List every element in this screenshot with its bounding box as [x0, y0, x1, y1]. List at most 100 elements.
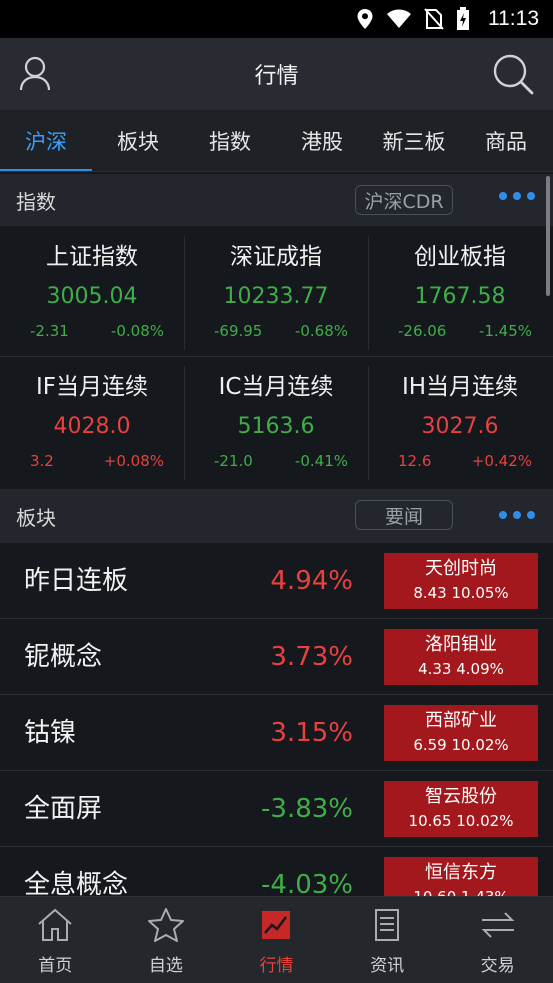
status-time: 11:13 [488, 7, 539, 30]
leading-stock-badge[interactable]: 洛阳钼业 4.33 4.09% [384, 629, 538, 685]
user-icon[interactable] [18, 56, 52, 96]
nav-label: 行情 [259, 956, 294, 976]
leading-stock-badge[interactable]: 智云股份 10.65 10.02% [384, 781, 538, 837]
sector-list: 昨日连板 4.94% 天创时尚 8.43 10.05% 铌概念 3.73% 洛阳… [0, 543, 553, 896]
index-cell[interactable]: 深证成指 10233.77 -69.95 -0.68% [184, 226, 368, 356]
nav-news[interactable]: 资讯 [332, 897, 443, 983]
index-name: 上证指数 [46, 244, 138, 270]
index-cell[interactable]: 创业板指 1767.58 -26.06 -1.45% [368, 226, 552, 356]
index-value: 4028.0 [53, 414, 131, 439]
sector-row[interactable]: 全息概念 -4.03% 恒信东方 10.60 1.43% [0, 847, 553, 896]
news-icon [368, 907, 406, 947]
index-change: -69.95 [214, 322, 263, 340]
app-header: 行情 [0, 38, 553, 110]
tab-index[interactable]: 指数 [184, 110, 276, 171]
index-cell[interactable]: IC当月连续 5163.6 -21.0 -0.41% [184, 356, 368, 486]
leading-stock-badge[interactable]: 西部矿业 6.59 10.02% [384, 705, 538, 761]
news-button[interactable]: 要闻 [355, 500, 453, 530]
index-value: 5163.6 [237, 414, 315, 439]
index-value: 10233.77 [223, 284, 329, 309]
index-cell[interactable]: 上证指数 3005.04 -2.31 -0.08% [0, 226, 184, 356]
nav-market[interactable]: 行情 [221, 897, 332, 983]
market-tabs: 沪深 板块 指数 港股 新三板 商品 [0, 110, 553, 172]
more-icon[interactable] [499, 192, 535, 200]
index-percent: +0.08% [103, 452, 164, 470]
sector-name: 昨日连板 [24, 566, 129, 596]
nav-trade[interactable]: 交易 [442, 897, 553, 983]
index-name: IF当月连续 [35, 374, 148, 400]
tab-hushen[interactable]: 沪深 [0, 110, 92, 171]
tab-hk-stocks[interactable]: 港股 [276, 110, 368, 171]
sector-percent: -3.83% [261, 794, 353, 824]
index-value: 3027.6 [421, 414, 499, 439]
index-cell[interactable]: IF当月连续 4028.0 3.2 +0.08% [0, 356, 184, 486]
sector-percent: 3.15% [270, 718, 353, 748]
sector-section-header: 板块 要闻 [0, 489, 553, 543]
index-name: IC当月连续 [218, 374, 334, 400]
index-percent: -0.08% [110, 322, 164, 340]
index-percent: +0.42% [471, 452, 532, 470]
index-value: 3005.04 [46, 284, 138, 309]
index-percent: -1.45% [478, 322, 532, 340]
index-value: 1767.58 [414, 284, 506, 309]
tab-neeq[interactable]: 新三板 [368, 110, 460, 171]
index-cell[interactable]: IH当月连续 3027.6 12.6 +0.42% [368, 356, 552, 486]
index-section-header: 指数 沪深CDR [0, 174, 553, 226]
sector-section-title: 板块 [16, 505, 56, 530]
leading-stock-name: 西部矿业 [425, 710, 497, 731]
index-change: 12.6 [398, 452, 432, 470]
sector-name: 全面屏 [24, 794, 103, 824]
sector-name: 全息概念 [24, 870, 129, 896]
search-icon[interactable] [491, 52, 535, 100]
sector-row[interactable]: 铌概念 3.73% 洛阳钼业 4.33 4.09% [0, 619, 553, 695]
market-chart-icon [257, 907, 295, 947]
leading-stock-detail: 8.43 10.05% [413, 584, 509, 602]
leading-stock-name: 智云股份 [425, 786, 497, 807]
sector-name: 铌概念 [24, 642, 103, 672]
bottom-nav: 首页 自选 行情 资讯 交易 [0, 896, 553, 983]
tab-commodities[interactable]: 商品 [460, 110, 552, 171]
nav-watchlist[interactable]: 自选 [111, 897, 222, 983]
leading-stock-name: 恒信东方 [425, 862, 497, 883]
page-title: 行情 [254, 64, 299, 89]
index-section-title: 指数 [16, 189, 56, 214]
sector-percent: 3.73% [270, 642, 353, 672]
index-percent: -0.41% [294, 452, 348, 470]
sector-name: 钴镍 [24, 718, 77, 748]
nav-label: 首页 [38, 956, 73, 976]
sector-row[interactable]: 钴镍 3.15% 西部矿业 6.59 10.02% [0, 695, 553, 771]
sector-percent: -4.03% [261, 870, 353, 896]
nav-label: 交易 [480, 956, 515, 976]
leading-stock-detail: 6.59 10.02% [413, 736, 509, 754]
trade-arrows-icon [479, 907, 517, 947]
leading-stock-badge[interactable]: 恒信东方 10.60 1.43% [384, 857, 538, 896]
more-icon[interactable] [499, 511, 535, 519]
index-change: -21.0 [214, 452, 253, 470]
index-change: -2.31 [30, 322, 69, 340]
index-name: 创业板指 [414, 244, 506, 270]
sector-percent: 4.94% [270, 566, 353, 596]
location-icon [356, 8, 374, 30]
leading-stock-detail: 10.60 1.43% [384, 885, 538, 896]
sector-row[interactable]: 昨日连板 4.94% 天创时尚 8.43 10.05% [0, 543, 553, 619]
index-change: 3.2 [30, 452, 54, 470]
index-grid: 上证指数 3005.04 -2.31 -0.08% 深证成指 10233.77 -… [0, 226, 553, 488]
scrollbar-thumb[interactable] [546, 176, 550, 296]
battery-charging-icon [456, 7, 470, 31]
home-icon [36, 907, 74, 947]
star-icon [147, 907, 185, 947]
leading-stock-detail: 10.65 10.02% [408, 812, 514, 830]
cdr-button[interactable]: 沪深CDR [355, 185, 453, 215]
index-name: IH当月连续 [401, 374, 519, 400]
nav-label: 自选 [148, 956, 183, 976]
sector-row[interactable]: 全面屏 -3.83% 智云股份 10.65 10.02% [0, 771, 553, 847]
status-bar: 11:13 [0, 0, 553, 38]
index-name: 深证成指 [230, 244, 322, 270]
tab-sector[interactable]: 板块 [92, 110, 184, 171]
leading-stock-detail: 4.33 4.09% [418, 660, 504, 678]
leading-stock-badge[interactable]: 天创时尚 8.43 10.05% [384, 553, 538, 609]
nav-home[interactable]: 首页 [0, 897, 111, 983]
leading-stock-name: 洛阳钼业 [425, 634, 497, 655]
no-sim-icon [424, 8, 444, 30]
leading-stock-name: 天创时尚 [425, 558, 497, 579]
